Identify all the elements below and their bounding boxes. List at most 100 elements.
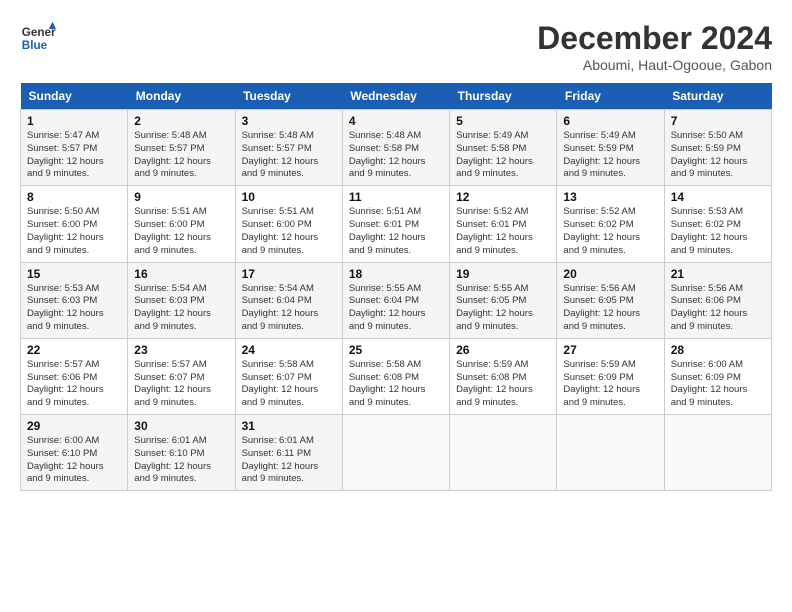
calendar-cell: 2 Sunrise: 5:48 AMSunset: 5:57 PMDayligh… [128,110,235,186]
calendar-cell [342,415,449,491]
day-number: 21 [671,267,765,281]
day-number: 29 [27,419,121,433]
day-info: Sunrise: 5:51 AMSunset: 6:00 PMDaylight:… [242,206,336,257]
calendar-cell: 30 Sunrise: 6:01 AMSunset: 6:10 PMDaylig… [128,415,235,491]
calendar-week-4: 22 Sunrise: 5:57 AMSunset: 6:06 PMDaylig… [21,338,772,414]
calendar-week-2: 8 Sunrise: 5:50 AMSunset: 6:00 PMDayligh… [21,186,772,262]
calendar-cell: 23 Sunrise: 5:57 AMSunset: 6:07 PMDaylig… [128,338,235,414]
calendar-cell: 27 Sunrise: 5:59 AMSunset: 6:09 PMDaylig… [557,338,664,414]
day-number: 10 [242,190,336,204]
calendar-cell: 29 Sunrise: 6:00 AMSunset: 6:10 PMDaylig… [21,415,128,491]
day-number: 12 [456,190,550,204]
day-info: Sunrise: 5:57 AMSunset: 6:07 PMDaylight:… [134,359,228,410]
day-number: 7 [671,114,765,128]
day-info: Sunrise: 6:00 AMSunset: 6:10 PMDaylight:… [27,435,121,486]
day-info: Sunrise: 5:57 AMSunset: 6:06 PMDaylight:… [27,359,121,410]
day-number: 20 [563,267,657,281]
calendar-cell: 31 Sunrise: 6:01 AMSunset: 6:11 PMDaylig… [235,415,342,491]
day-number: 26 [456,343,550,357]
day-number: 24 [242,343,336,357]
calendar-cell: 6 Sunrise: 5:49 AMSunset: 5:59 PMDayligh… [557,110,664,186]
weekday-header-sunday: Sunday [21,83,128,110]
day-number: 27 [563,343,657,357]
location: Aboumi, Haut-Ogooue, Gabon [537,57,772,73]
day-number: 3 [242,114,336,128]
day-number: 30 [134,419,228,433]
logo: General Blue [20,20,56,56]
day-number: 22 [27,343,121,357]
day-info: Sunrise: 5:49 AMSunset: 5:58 PMDaylight:… [456,130,550,181]
day-info: Sunrise: 6:01 AMSunset: 6:10 PMDaylight:… [134,435,228,486]
day-number: 18 [349,267,443,281]
calendar-cell [450,415,557,491]
day-number: 19 [456,267,550,281]
calendar-cell [664,415,771,491]
day-info: Sunrise: 5:59 AMSunset: 6:08 PMDaylight:… [456,359,550,410]
weekday-header-wednesday: Wednesday [342,83,449,110]
calendar-cell: 20 Sunrise: 5:56 AMSunset: 6:05 PMDaylig… [557,262,664,338]
month-title: December 2024 [537,20,772,57]
day-info: Sunrise: 5:59 AMSunset: 6:09 PMDaylight:… [563,359,657,410]
day-info: Sunrise: 5:52 AMSunset: 6:01 PMDaylight:… [456,206,550,257]
day-info: Sunrise: 5:53 AMSunset: 6:03 PMDaylight:… [27,283,121,334]
calendar-week-5: 29 Sunrise: 6:00 AMSunset: 6:10 PMDaylig… [21,415,772,491]
day-info: Sunrise: 5:58 AMSunset: 6:07 PMDaylight:… [242,359,336,410]
day-info: Sunrise: 6:00 AMSunset: 6:09 PMDaylight:… [671,359,765,410]
day-info: Sunrise: 5:51 AMSunset: 6:01 PMDaylight:… [349,206,443,257]
day-number: 25 [349,343,443,357]
day-number: 13 [563,190,657,204]
day-info: Sunrise: 5:53 AMSunset: 6:02 PMDaylight:… [671,206,765,257]
day-info: Sunrise: 5:54 AMSunset: 6:04 PMDaylight:… [242,283,336,334]
day-info: Sunrise: 5:58 AMSunset: 6:08 PMDaylight:… [349,359,443,410]
day-info: Sunrise: 5:49 AMSunset: 5:59 PMDaylight:… [563,130,657,181]
day-info: Sunrise: 5:55 AMSunset: 6:05 PMDaylight:… [456,283,550,334]
day-info: Sunrise: 5:47 AMSunset: 5:57 PMDaylight:… [27,130,121,181]
day-number: 31 [242,419,336,433]
day-number: 17 [242,267,336,281]
calendar-cell: 13 Sunrise: 5:52 AMSunset: 6:02 PMDaylig… [557,186,664,262]
title-block: December 2024 Aboumi, Haut-Ogooue, Gabon [537,20,772,73]
calendar-cell: 3 Sunrise: 5:48 AMSunset: 5:57 PMDayligh… [235,110,342,186]
calendar-cell: 7 Sunrise: 5:50 AMSunset: 5:59 PMDayligh… [664,110,771,186]
day-number: 23 [134,343,228,357]
calendar-cell: 16 Sunrise: 5:54 AMSunset: 6:03 PMDaylig… [128,262,235,338]
calendar-week-1: 1 Sunrise: 5:47 AMSunset: 5:57 PMDayligh… [21,110,772,186]
weekday-header-saturday: Saturday [664,83,771,110]
day-info: Sunrise: 5:52 AMSunset: 6:02 PMDaylight:… [563,206,657,257]
calendar-cell: 5 Sunrise: 5:49 AMSunset: 5:58 PMDayligh… [450,110,557,186]
weekday-header-friday: Friday [557,83,664,110]
weekday-header-monday: Monday [128,83,235,110]
weekday-header-thursday: Thursday [450,83,557,110]
calendar-cell [557,415,664,491]
calendar-cell: 26 Sunrise: 5:59 AMSunset: 6:08 PMDaylig… [450,338,557,414]
day-number: 6 [563,114,657,128]
day-info: Sunrise: 5:50 AMSunset: 5:59 PMDaylight:… [671,130,765,181]
calendar-cell: 11 Sunrise: 5:51 AMSunset: 6:01 PMDaylig… [342,186,449,262]
day-info: Sunrise: 5:48 AMSunset: 5:58 PMDaylight:… [349,130,443,181]
day-number: 11 [349,190,443,204]
calendar-cell: 22 Sunrise: 5:57 AMSunset: 6:06 PMDaylig… [21,338,128,414]
calendar-week-3: 15 Sunrise: 5:53 AMSunset: 6:03 PMDaylig… [21,262,772,338]
day-info: Sunrise: 5:56 AMSunset: 6:06 PMDaylight:… [671,283,765,334]
calendar-cell: 18 Sunrise: 5:55 AMSunset: 6:04 PMDaylig… [342,262,449,338]
calendar-cell: 25 Sunrise: 5:58 AMSunset: 6:08 PMDaylig… [342,338,449,414]
day-info: Sunrise: 6:01 AMSunset: 6:11 PMDaylight:… [242,435,336,486]
day-info: Sunrise: 5:50 AMSunset: 6:00 PMDaylight:… [27,206,121,257]
day-info: Sunrise: 5:55 AMSunset: 6:04 PMDaylight:… [349,283,443,334]
calendar-cell: 21 Sunrise: 5:56 AMSunset: 6:06 PMDaylig… [664,262,771,338]
calendar-cell: 4 Sunrise: 5:48 AMSunset: 5:58 PMDayligh… [342,110,449,186]
calendar-table: SundayMondayTuesdayWednesdayThursdayFrid… [20,83,772,491]
calendar-cell: 12 Sunrise: 5:52 AMSunset: 6:01 PMDaylig… [450,186,557,262]
calendar-cell: 28 Sunrise: 6:00 AMSunset: 6:09 PMDaylig… [664,338,771,414]
day-number: 28 [671,343,765,357]
svg-text:Blue: Blue [22,39,48,52]
calendar-cell: 19 Sunrise: 5:55 AMSunset: 6:05 PMDaylig… [450,262,557,338]
day-number: 4 [349,114,443,128]
day-info: Sunrise: 5:51 AMSunset: 6:00 PMDaylight:… [134,206,228,257]
calendar-cell: 8 Sunrise: 5:50 AMSunset: 6:00 PMDayligh… [21,186,128,262]
day-number: 14 [671,190,765,204]
day-number: 9 [134,190,228,204]
weekday-header-tuesday: Tuesday [235,83,342,110]
calendar-cell: 14 Sunrise: 5:53 AMSunset: 6:02 PMDaylig… [664,186,771,262]
calendar-cell: 10 Sunrise: 5:51 AMSunset: 6:00 PMDaylig… [235,186,342,262]
